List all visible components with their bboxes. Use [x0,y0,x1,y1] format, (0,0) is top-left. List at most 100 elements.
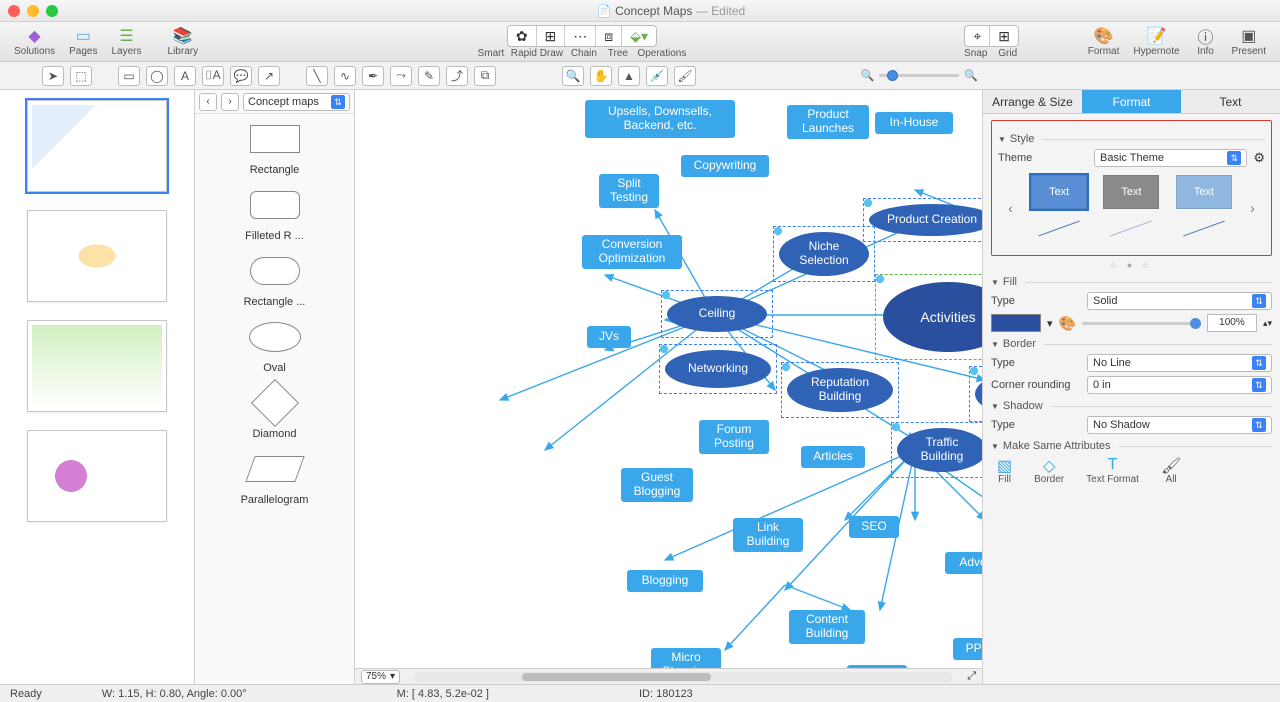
freehand-tool[interactable]: ✎ [418,66,440,86]
page-thumb-2[interactable] [27,210,167,302]
present-button[interactable]: ▣Present [1226,24,1272,59]
eyedropper-tool[interactable]: 💉 [646,66,668,86]
node-product-creation[interactable]: Product Creation [869,204,982,236]
expand-icon[interactable]: ⤢ [967,670,976,683]
curve-tool[interactable]: ∿ [334,66,356,86]
shape-rect[interactable]: Rectangle [201,120,348,176]
page-thumb-1[interactable] [27,100,167,192]
node-ppc[interactable]: PPC [953,638,982,660]
fill-color-well[interactable] [991,314,1041,332]
node-product-launches[interactable]: Product Launches [787,105,869,139]
grid-button[interactable]: ⊞ [990,26,1018,46]
canvas[interactable]: Upsells, Downsells, Backend, etc. Produc… [355,90,982,684]
node-blogging[interactable]: Blogging [627,570,703,592]
shape-rrect[interactable]: Rectangle ... [201,252,348,308]
gear-icon[interactable]: ⚙ [1253,150,1265,166]
mode-ops[interactable]: ⬙▾ [622,26,656,46]
same-border-button[interactable]: ◇Border [1034,456,1064,485]
line-tool[interactable]: ╲ [306,66,328,86]
node-activities[interactable]: Activities [883,282,982,352]
node-content-building[interactable]: Content Building [789,610,865,644]
mode-rapid[interactable]: ⊞ [537,26,566,46]
zoom-in-icon[interactable]: 🔍 [964,69,978,82]
connector-tool[interactable]: ⤴ [446,66,468,86]
fill-opacity-value[interactable]: 100% [1207,314,1257,332]
text-tool[interactable]: A [174,66,196,86]
fill-type-dropdown[interactable]: Solid⇅ [1087,292,1272,310]
bezier-tool[interactable]: ⤳ [390,66,412,86]
node-split-testing[interactable]: Split Testing [599,174,659,208]
style-arrow-1[interactable] [1031,215,1087,241]
mode-tree[interactable]: ⧈ [596,26,622,46]
hand-tool[interactable]: ✋ [590,66,612,86]
shape-para[interactable]: Parallelogram [201,450,348,506]
snapgrid-segmented[interactable]: ⌖ ⊞ [964,25,1019,47]
shadow-type-dropdown[interactable]: No Shadow⇅ [1087,416,1272,434]
style-swatch-2[interactable]: Text [1103,175,1159,209]
page-thumb-3[interactable] [27,320,167,412]
ellipse-tool[interactable]: ◯ [146,66,168,86]
node-ceiling[interactable]: Ceiling [667,296,767,332]
stamp-tool[interactable]: ▲ [618,66,640,86]
node-upsells[interactable]: Upsells, Downsells, Backend, etc. [585,100,735,138]
node-guest-blogging[interactable]: Guest Blogging [621,468,693,502]
node-inhouse[interactable]: In-House [875,112,953,134]
theme-dropdown[interactable]: Basic Theme⇅ [1094,149,1247,167]
same-all-button[interactable]: 🖌All [1161,456,1181,485]
node-articles[interactable]: Articles [801,446,865,468]
pointer-tool[interactable]: ➤ [42,66,64,86]
info-button[interactable]: ⓘInfo [1188,24,1224,59]
pen-tool[interactable]: ✒ [362,66,384,86]
zoom-dropdown[interactable]: 75%▾ [361,670,400,684]
page-thumb-4[interactable] [27,430,167,522]
arrow-tool[interactable]: ↗ [258,66,280,86]
zoom-tool[interactable]: 🔍 [562,66,584,86]
zoom-slider[interactable]: 🔍 🔍 [861,69,978,82]
same-textformat-button[interactable]: TText Format [1086,456,1139,485]
node-seo[interactable]: SEO [849,516,899,538]
node-jvs[interactable]: JVs [587,326,631,348]
marquee-tool[interactable]: ⬚ [70,66,92,86]
style-swatch-3[interactable]: Text [1176,175,1232,209]
shape-diam[interactable]: Diamond [201,384,348,440]
mode-segmented[interactable]: ✿ ⊞ ⋯ ⧈ ⬙▾ [507,25,657,47]
callout-tool[interactable]: 💬 [230,66,252,86]
mode-chain[interactable]: ⋯ [565,26,596,46]
color-wheel-icon[interactable]: 🎨 [1059,315,1076,332]
close-icon[interactable] [8,5,20,17]
style-arrow-3[interactable] [1176,215,1232,241]
layers-button[interactable]: ☰Layers [106,24,148,59]
textbox-tool[interactable]: ⌷A [202,66,224,86]
h-scrollbar[interactable] [414,672,953,682]
brush-tool[interactable]: 🖌 [674,66,696,86]
node-link-building[interactable]: Link Building [733,518,803,552]
tab-format[interactable]: Format [1082,90,1181,114]
snap-button[interactable]: ⌖ [965,26,990,46]
lib-dropdown[interactable]: Concept maps⇅ [243,93,350,111]
style-prev-icon[interactable]: ‹ [1006,200,1015,216]
same-fill-button[interactable]: ▧Fill [997,456,1012,485]
hypernote-button[interactable]: 📝Hypernote [1127,24,1185,59]
style-pager[interactable]: ○ ● ○ [991,260,1272,270]
node-copywriting[interactable]: Copywriting [681,155,769,177]
rect-tool[interactable]: ▭ [118,66,140,86]
node-forum-posting[interactable]: Forum Posting [699,420,769,454]
tab-arrange[interactable]: Arrange & Size [983,90,1082,114]
minimize-icon[interactable] [27,5,39,17]
format-button[interactable]: 🎨Format [1082,24,1126,59]
lib-fwd-button[interactable]: › [221,93,239,111]
node-networking[interactable]: Networking [665,350,771,388]
library-button[interactable]: 📚Library [162,24,205,59]
style-swatch-1[interactable]: Text [1031,175,1087,209]
shape-oval[interactable]: Oval [201,318,348,374]
fill-opacity-slider[interactable] [1082,322,1201,325]
node-reputation[interactable]: Reputation Building [787,368,893,412]
solutions-button[interactable]: ◆Solutions [8,24,61,59]
style-arrow-2[interactable] [1103,215,1159,241]
maximize-icon[interactable] [46,5,58,17]
node-customer-service[interactable]: Customer Service [975,372,982,416]
node-conversion[interactable]: Conversion Optimization [582,235,682,269]
corner-dropdown[interactable]: 0 in⇅ [1087,376,1272,394]
shape-frect[interactable]: Filleted R ... [201,186,348,242]
style-next-icon[interactable]: › [1248,200,1257,216]
